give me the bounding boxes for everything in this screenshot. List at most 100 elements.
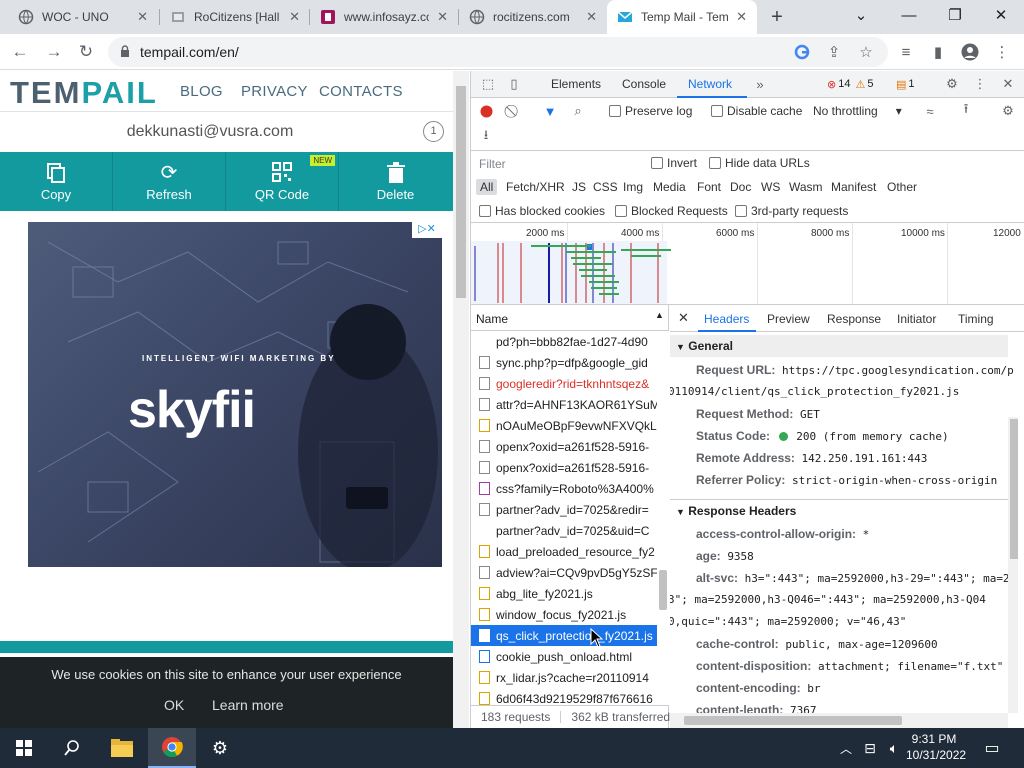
tab-headers[interactable]: Headers [704,312,749,326]
close-tab-icon[interactable]: ✕ [437,9,448,25]
nav-contacts-link[interactable]: CONTACTS [319,83,403,100]
hide-data-urls-checkbox[interactable]: Hide data URLs [709,156,810,170]
name-column-header[interactable]: Name ▲ [471,305,669,331]
volume-icon[interactable]: 🔈︎ [882,728,906,768]
browser-tab-rocitizens[interactable]: rocitizens.com ✕ [459,0,607,34]
details-horizontal-scrollbar-thumb[interactable] [684,716,902,725]
chrome-taskbar-icon[interactable] [148,728,196,768]
close-tab-icon[interactable]: ✕ [736,9,747,25]
type-filter-font[interactable]: Font [697,180,721,194]
back-arrow-icon[interactable]: ← [6,38,34,66]
network-overview-timeline[interactable]: 2000 ms 4000 ms 6000 ms 8000 ms 10000 ms… [471,223,1024,305]
settings-gear-icon[interactable]: ⚙ [196,728,244,768]
request-row[interactable]: load_preloaded_resource_fy2 [471,541,657,562]
tab-initiator[interactable]: Initiator [897,312,936,326]
issues-count[interactable]: ▤ 1 [896,76,915,92]
invert-checkbox[interactable]: Invert [651,156,697,170]
inspect-element-icon[interactable]: ⬚ [479,75,497,93]
devtools-more-icon[interactable]: ⋮ [971,75,989,93]
forward-arrow-icon[interactable]: → [40,38,68,66]
browser-tab-temp-mail[interactable]: Temp Mail - Tem ✕ [607,0,757,34]
devtools-settings-gear-icon[interactable]: ⚙ [943,75,961,93]
browser-tab-rocitizens-hall[interactable]: RoCitizens [Hall ✕ [160,0,310,34]
disable-cache-checkbox[interactable]: Disable cache [711,104,802,118]
side-panel-icon[interactable]: ▮ [926,40,950,64]
search-icon[interactable] [48,728,96,768]
filter-input[interactable]: Filter [477,154,637,173]
throttling-select[interactable]: No throttling ▾ [813,104,902,118]
more-tabs-chevron-icon[interactable]: » [751,75,769,93]
type-filter-media[interactable]: Media [653,180,686,194]
type-filter-wasm[interactable]: Wasm [789,180,823,194]
browser-tab-infosayz[interactable]: www.infosayz.co ✕ [310,0,458,34]
site-logo[interactable]: TEMPAIL [10,75,158,111]
export-har-icon[interactable]: ⭳ [477,127,495,146]
address-bar[interactable]: tempail.com/en/ [108,37,888,67]
blocked-requests-checkbox[interactable]: Blocked Requests [615,204,728,218]
request-row[interactable]: attr?d=AHNF13KAOR61YSuM [471,394,657,415]
type-filter-other[interactable]: Other [887,180,917,194]
reload-icon[interactable]: ↻ [72,38,100,66]
minimize-window-icon[interactable]: — [886,0,932,30]
notifications-icon[interactable]: ▭ [970,728,1014,768]
error-count[interactable]: ⊗ 14 ⚠ 5 [827,76,873,92]
close-tab-icon[interactable]: ✕ [586,9,597,25]
request-row[interactable]: pd?ph=bbb82fae-1d27-4d90 [471,331,657,352]
has-blocked-cookies-checkbox[interactable]: Has blocked cookies [479,204,605,218]
file-explorer-icon[interactable] [98,728,146,768]
network-settings-gear-icon[interactable]: ⚙ [999,102,1017,120]
google-lens-icon[interactable] [790,40,814,64]
device-toolbar-icon[interactable]: ▯ [505,75,523,93]
request-row[interactable]: sync.php?p=dfp&google_gid [471,352,657,373]
filter-funnel-icon[interactable]: ▼ [541,102,559,120]
nav-privacy-link[interactable]: PRIVACY [241,83,308,100]
close-tab-icon[interactable]: ✕ [289,9,300,25]
ad-choices-icon[interactable]: ▷✕ [412,222,442,238]
type-filter-all[interactable]: All [476,179,498,195]
qr-code-button[interactable]: QR Code NEW [226,152,339,211]
close-devtools-icon[interactable]: ✕ [999,75,1017,93]
request-row[interactable]: cookie_push_onload.html [471,646,657,667]
request-row[interactable]: openx?oxid=a261f528-5916- [471,436,657,457]
tab-timing[interactable]: Timing [958,312,994,326]
tab-preview[interactable]: Preview [767,312,810,326]
tab-console[interactable]: Console [622,77,666,91]
delete-button[interactable]: Delete [339,152,452,211]
request-row[interactable]: nOAuMeOBpF9evwNFXVQkL [471,415,657,436]
preserve-log-checkbox[interactable]: Preserve log [609,104,692,118]
tab-search-chevron-icon[interactable]: ⌄ [838,0,884,30]
restore-window-icon[interactable]: ❐ [932,0,978,30]
close-window-icon[interactable]: ✕ [978,0,1024,30]
tab-response[interactable]: Response [827,312,881,326]
share-icon[interactable]: ⇪ [822,40,846,64]
nav-blog-link[interactable]: BLOG [180,83,223,100]
profile-avatar-icon[interactable] [958,40,982,64]
type-filter-ws[interactable]: WS [761,180,780,194]
request-row[interactable]: abg_lite_fy2021.js [471,583,657,604]
page-scrollbar-thumb[interactable] [456,86,466,298]
new-tab-button[interactable]: + [764,4,790,30]
advertisement-banner[interactable]: INTELLIGENT WIFI MARKETING BY skyfii ▷✕ [28,222,442,567]
request-row[interactable]: rx_lidar.js?cache=r20110914 [471,667,657,688]
third-party-requests-checkbox[interactable]: 3rd-party requests [735,204,848,218]
request-row[interactable]: openx?oxid=a261f528-5916- [471,457,657,478]
type-filter-fetch-xhr[interactable]: Fetch/XHR [506,180,565,194]
request-list-scrollbar[interactable] [657,331,669,706]
type-filter-img[interactable]: Img [623,180,643,194]
copy-button[interactable]: Copy [0,152,113,211]
browser-tab-woc[interactable]: WOC - UNO ✕ [8,0,158,34]
cookie-learn-more-link[interactable]: Learn more [212,697,284,713]
media-controls-icon[interactable]: ≡ [894,40,918,64]
general-section-header[interactable]: ▼ General [670,335,1008,357]
request-row[interactable]: partner?adv_id=7025&uid=C [471,520,657,541]
tab-elements[interactable]: Elements [551,77,601,91]
import-har-icon[interactable]: ⭱ [957,101,975,120]
record-icon[interactable] [477,102,495,120]
response-headers-section-header[interactable]: ▼ Response Headers [670,499,1008,521]
request-row[interactable]: partner?adv_id=7025&redir= [471,499,657,520]
type-filter-manifest[interactable]: Manifest [831,180,876,194]
request-row[interactable]: adview?ai=CQv9pvD5gY5zSF [471,562,657,583]
type-filter-css[interactable]: CSS [593,180,618,194]
request-row[interactable]: googleredir?rid=tknhntsqez& [471,373,657,394]
tab-network[interactable]: Network [688,77,732,91]
